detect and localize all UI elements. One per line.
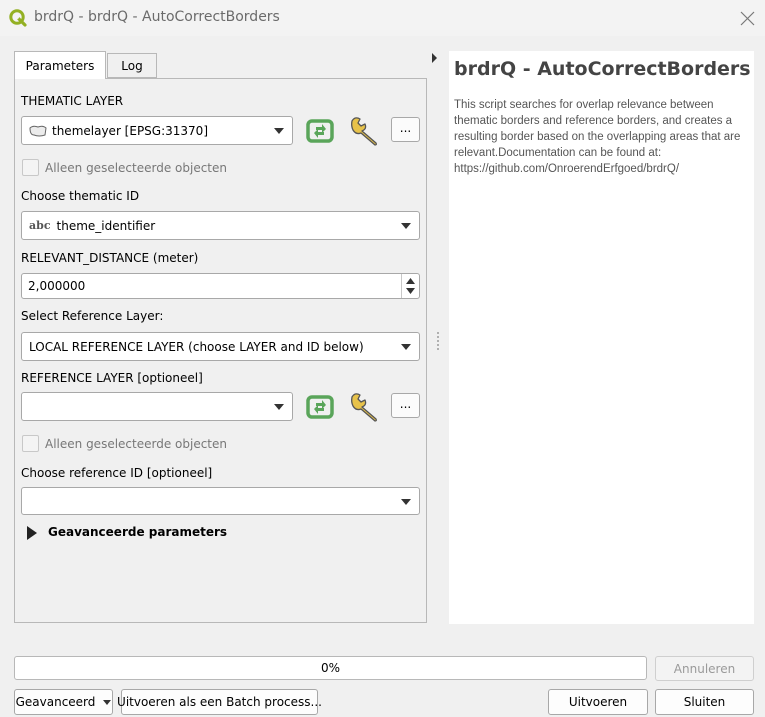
wrench-icon[interactable]	[348, 115, 382, 147]
chevron-down-icon	[401, 499, 411, 505]
thematic-selected-only-checkbox[interactable]	[22, 159, 39, 176]
relevant-distance-value: 2,000000	[28, 279, 86, 293]
qgis-icon	[9, 9, 27, 27]
reference-select-label: Select Reference Layer:	[21, 309, 164, 323]
help-text: This script searches for overlap relevan…	[454, 99, 741, 175]
chevron-down-icon	[103, 699, 112, 705]
help-panel: brdrQ - AutoCorrectBorders This script s…	[449, 51, 754, 624]
relevant-distance-spinbox[interactable]: 2,000000	[21, 273, 420, 299]
thematic-id-value: theme_identifier	[56, 218, 156, 233]
tab-parameters[interactable]: Parameters	[14, 51, 106, 79]
window-title: brdrQ - brdrQ - AutoCorrectBorders	[34, 9, 280, 25]
spin-buttons[interactable]	[401, 274, 419, 298]
collapse-help-arrow-icon[interactable]	[432, 53, 437, 63]
help-title: brdrQ - AutoCorrectBorders	[454, 58, 751, 80]
thematic-layer-value: themelayer [EPSG:31370]	[52, 123, 208, 138]
reference-layer-combo[interactable]	[21, 392, 293, 421]
chevron-down-icon	[401, 223, 411, 229]
field-type-text-icon: abc	[29, 219, 51, 232]
reference-selected-only-checkbox[interactable]	[22, 435, 39, 452]
thematic-id-label: Choose thematic ID	[21, 189, 140, 203]
cancel-button[interactable]: Annuleren	[655, 656, 754, 681]
iterate-icon[interactable]	[305, 394, 335, 420]
advanced-dropdown-button[interactable]: Geavanceerd	[14, 689, 113, 715]
batch-process-button[interactable]: Uitvoeren als een Batch process...	[117, 689, 322, 715]
thematic-selected-only-label: Alleen geselecteerde objecten	[45, 161, 227, 175]
reference-select-value: LOCAL REFERENCE LAYER (choose LAYER and …	[29, 339, 364, 354]
advanced-parameters-toggle[interactable]: Geavanceerde parameters	[48, 525, 227, 539]
chevron-down-icon	[274, 404, 284, 410]
reference-select-combo[interactable]: LOCAL REFERENCE LAYER (choose LAYER and …	[21, 332, 420, 361]
spin-up-icon[interactable]	[406, 278, 415, 284]
thematic-layer-label: THEMATIC LAYER	[21, 94, 124, 108]
iterate-icon[interactable]	[305, 118, 335, 144]
splitter-handle[interactable]	[437, 332, 439, 350]
reference-id-label: Choose reference ID [optioneel]	[21, 466, 213, 480]
relevant-distance-label: RELEVANT_DISTANCE (meter)	[21, 251, 199, 265]
close-button[interactable]: Sluiten	[655, 689, 754, 715]
thematic-id-combo[interactable]: abc theme_identifier	[21, 211, 420, 240]
reference-layer-label: REFERENCE LAYER [optioneel]	[21, 371, 203, 385]
reference-selected-only-label: Alleen geselecteerde objecten	[45, 437, 227, 451]
expand-triangle-icon[interactable]	[27, 526, 37, 540]
reference-layer-ellipsis-button[interactable]: ...	[391, 393, 420, 418]
chevron-down-icon	[274, 128, 284, 134]
chevron-down-icon	[401, 344, 411, 350]
thematic-layer-ellipsis-button[interactable]: ...	[391, 117, 420, 142]
thematic-layer-combo[interactable]: themelayer [EPSG:31370]	[21, 116, 293, 145]
progress-text: 0%	[320, 661, 341, 675]
polygon-layer-icon	[29, 125, 47, 136]
title-bar: brdrQ - brdrQ - AutoCorrectBorders	[0, 0, 765, 36]
progress-bar: 0%	[14, 656, 647, 680]
close-icon[interactable]	[740, 11, 755, 26]
spin-down-icon[interactable]	[406, 288, 415, 294]
reference-id-combo[interactable]	[21, 487, 420, 515]
advanced-button-label: Geavanceerd	[15, 695, 96, 709]
run-button[interactable]: Uitvoeren	[548, 689, 648, 715]
wrench-icon[interactable]	[348, 391, 382, 423]
tab-log[interactable]: Log	[107, 53, 157, 78]
